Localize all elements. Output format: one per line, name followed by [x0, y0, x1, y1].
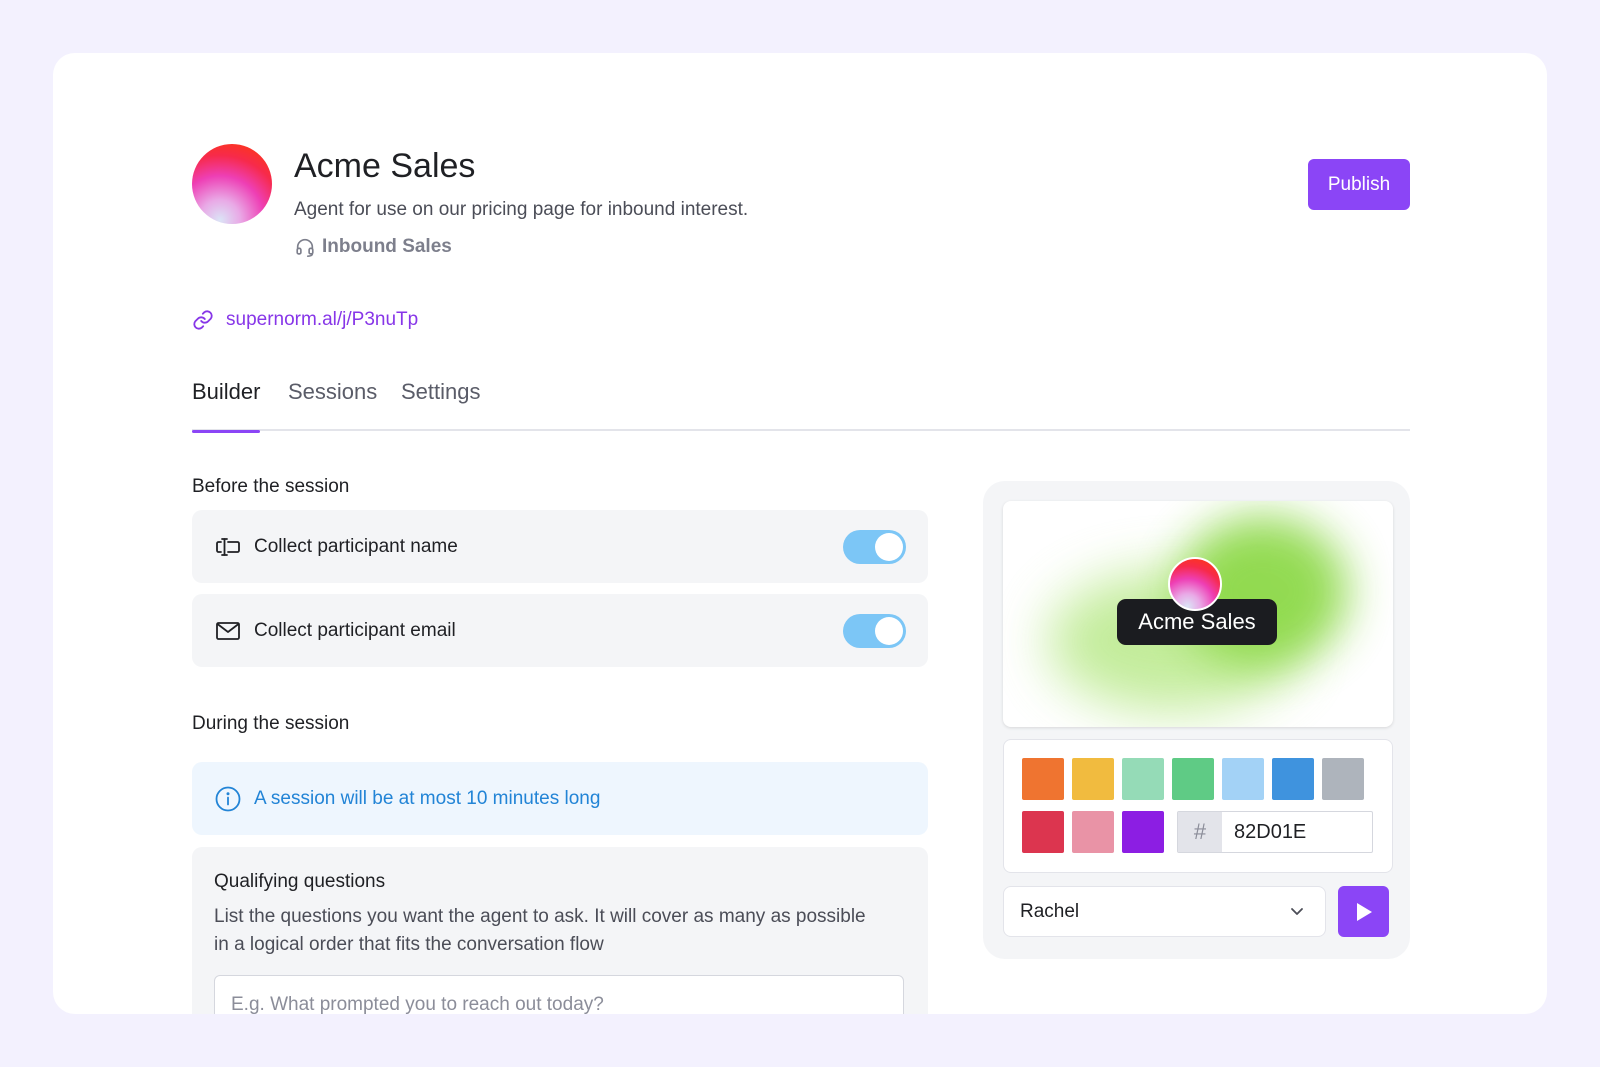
toggle-knob [875, 533, 903, 561]
chevron-down-icon [1291, 908, 1303, 915]
hex-value[interactable]: 82D01E [1222, 812, 1372, 852]
color-swatch-yellow[interactable] [1072, 758, 1114, 800]
color-swatch-mint[interactable] [1122, 758, 1164, 800]
tab-bar: Builder Sessions Settings [192, 375, 1410, 433]
voice-select[interactable]: Rachel [1003, 886, 1326, 937]
agent-description: Agent for use on our pricing page for in… [294, 199, 749, 220]
agent-share-link[interactable]: supernorm.al/j/P3nuTp [192, 309, 418, 331]
collect-name-toggle[interactable] [843, 530, 906, 564]
color-swatch-orange[interactable] [1022, 758, 1064, 800]
collect-email-label: Collect participant email [254, 619, 456, 641]
agent-category-label: Inbound Sales [322, 236, 452, 257]
tab-builder[interactable]: Builder [192, 375, 261, 433]
color-swatch-blue[interactable] [1272, 758, 1314, 800]
text-cursor-icon [214, 533, 242, 561]
agent-category: Inbound Sales [294, 236, 452, 258]
collect-name-row: Collect participant name [192, 510, 928, 583]
session-length-text: A session will be at most 10 minutes lon… [254, 787, 601, 809]
agent-card: Acme Sales Agent for use on our pricing … [53, 53, 1547, 1014]
voice-select-value: Rachel [1020, 900, 1080, 922]
session-length-info: A session will be at most 10 minutes lon… [192, 762, 928, 835]
color-swatch-pink[interactable] [1072, 811, 1114, 853]
appearance-panel: Acme Sales # 82D01E Rachel [983, 481, 1410, 959]
qualifying-questions-title: Qualifying questions [214, 871, 386, 892]
info-icon [215, 786, 241, 811]
agent-title: Acme Sales [294, 147, 476, 185]
during-session-heading: During the session [192, 713, 350, 734]
envelope-icon [214, 617, 242, 645]
link-icon [193, 310, 213, 330]
qualifying-questions-description: List the questions you want the agent to… [214, 906, 866, 955]
tab-settings[interactable]: Settings [401, 375, 481, 431]
agent-preview: Acme Sales [1003, 501, 1393, 727]
publish-button[interactable]: Publish [1308, 159, 1410, 210]
agent-avatar [192, 144, 272, 224]
color-swatch-red[interactable] [1022, 811, 1064, 853]
play-voice-button[interactable] [1338, 886, 1389, 937]
color-swatch-gray[interactable] [1322, 758, 1364, 800]
play-icon [1356, 902, 1372, 921]
agent-share-link-text: supernorm.al/j/P3nuTp [226, 309, 419, 330]
collect-name-label: Collect participant name [254, 535, 458, 557]
before-session-heading: Before the session [192, 476, 350, 497]
hex-prefix: # [1178, 812, 1222, 852]
hex-color-input[interactable]: # 82D01E [1177, 811, 1373, 853]
color-swatch-purple[interactable] [1122, 811, 1164, 853]
toggle-knob [875, 617, 903, 645]
color-picker: # 82D01E [1003, 739, 1393, 873]
collect-email-toggle[interactable] [843, 614, 906, 648]
headset-icon [296, 238, 314, 257]
tab-sessions[interactable]: Sessions [288, 375, 377, 431]
color-swatch-light-blue[interactable] [1222, 758, 1264, 800]
preview-avatar [1168, 557, 1222, 611]
color-swatch-green[interactable] [1172, 758, 1214, 800]
qualifying-questions-panel: Qualifying questions List the questions … [192, 847, 928, 1014]
collect-email-row: Collect participant email [192, 594, 928, 667]
qualifying-question-input[interactable] [214, 975, 904, 1014]
